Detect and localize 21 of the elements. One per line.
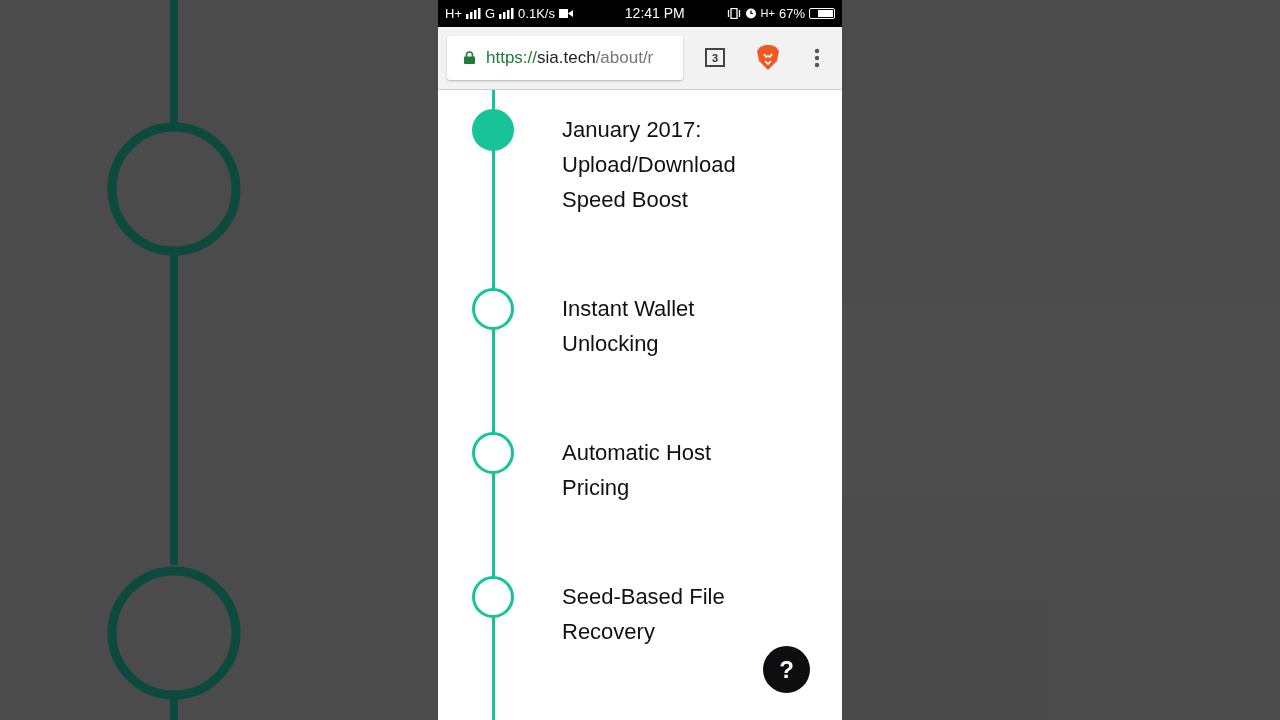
network-type: G xyxy=(485,5,496,21)
lock-icon xyxy=(464,51,475,65)
signal-icon xyxy=(499,7,515,19)
signal-icon xyxy=(466,7,481,19)
clock: 12:41 PM xyxy=(624,5,685,22)
network-type: H+ xyxy=(445,5,462,21)
network-type: H+ xyxy=(760,7,775,20)
address-field[interactable]: https://sia.tech/about/r xyxy=(447,35,683,80)
milestone-title: Seed-Based File Recovery xyxy=(562,583,726,646)
battery-icon xyxy=(809,7,835,19)
menu-icon[interactable] xyxy=(814,47,820,68)
help-button[interactable]: ? xyxy=(763,646,810,693)
milestone-title: January 2017: Upload/Download Speed Boost xyxy=(562,116,737,214)
milestone-title: Instant Wallet Unlocking xyxy=(562,295,696,358)
alarm-icon xyxy=(744,7,757,20)
network-speed: 0.1K/s xyxy=(518,5,555,21)
vibrate-icon xyxy=(726,7,741,19)
battery-percent: 67% xyxy=(778,5,805,21)
video-camera-icon xyxy=(558,8,573,18)
tab-count-button[interactable]: 3 xyxy=(705,48,725,68)
milestone-title: Automatic Host Pricing xyxy=(562,439,713,502)
